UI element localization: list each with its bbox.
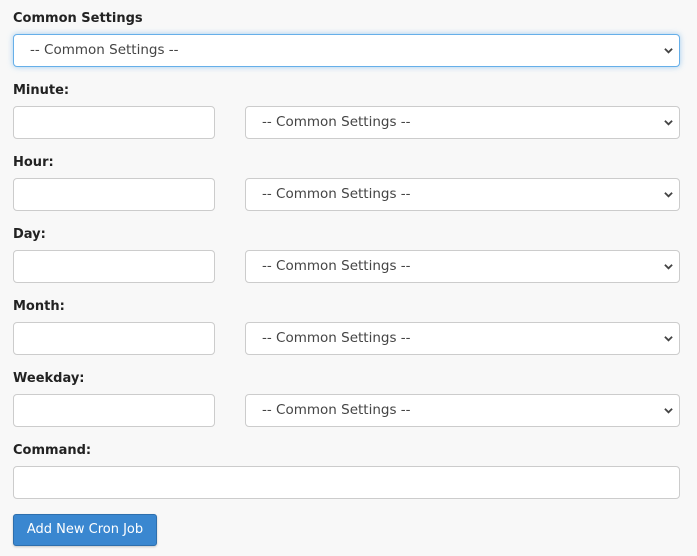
common-settings-label: Common Settings [13, 11, 143, 26]
command-label: Command: [13, 443, 92, 458]
month-common-settings-select[interactable]: -- Common Settings -- [245, 322, 680, 355]
month-label: Month: [13, 299, 65, 314]
month-input[interactable] [13, 322, 215, 355]
weekday-common-settings-select[interactable]: -- Common Settings -- [245, 394, 680, 427]
day-label: Day: [13, 227, 46, 242]
chevron-down-icon [664, 48, 673, 54]
weekday-label: Weekday: [13, 371, 85, 386]
chevron-down-icon [664, 264, 673, 270]
day-common-settings-select[interactable]: -- Common Settings -- [245, 250, 680, 283]
hour-input[interactable] [13, 178, 215, 211]
minute-label: Minute: [13, 83, 70, 98]
command-input[interactable] [13, 466, 680, 499]
add-new-cron-job-button[interactable]: Add New Cron Job [13, 514, 157, 546]
select-value: -- Common Settings -- [30, 42, 179, 58]
select-value: -- Common Settings -- [262, 114, 411, 130]
hour-common-settings-select[interactable]: -- Common Settings -- [245, 178, 680, 211]
minute-input[interactable] [13, 106, 215, 139]
chevron-down-icon [664, 336, 673, 342]
minute-common-settings-select[interactable]: -- Common Settings -- [245, 106, 680, 139]
hour-label: Hour: [13, 155, 54, 170]
common-settings-select[interactable]: -- Common Settings -- [13, 34, 680, 67]
chevron-down-icon [664, 120, 673, 126]
chevron-down-icon [664, 408, 673, 414]
select-value: -- Common Settings -- [262, 402, 411, 418]
chevron-down-icon [664, 192, 673, 198]
select-value: -- Common Settings -- [262, 258, 411, 274]
select-value: -- Common Settings -- [262, 186, 411, 202]
weekday-input[interactable] [13, 394, 215, 427]
select-value: -- Common Settings -- [262, 330, 411, 346]
day-input[interactable] [13, 250, 215, 283]
